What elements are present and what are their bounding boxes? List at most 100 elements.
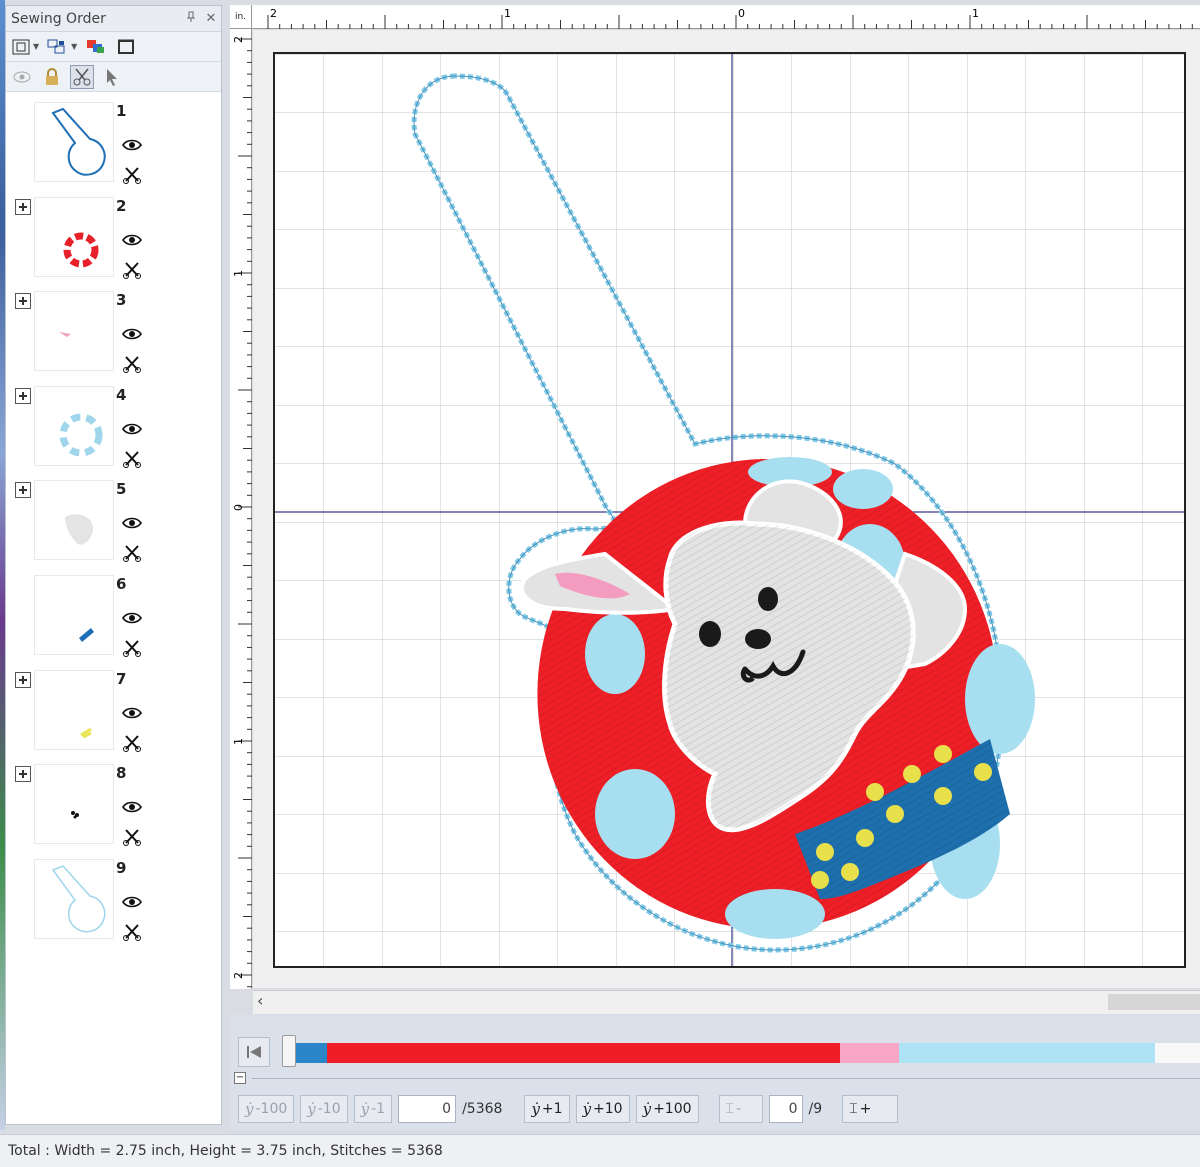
sewing-order-item[interactable]: 9: [6, 858, 221, 953]
scissors-icon[interactable]: [123, 166, 141, 184]
timeline-slider[interactable]: [282, 1035, 296, 1067]
sewing-order-item[interactable]: 5: [6, 480, 221, 574]
eye-icon[interactable]: [122, 706, 142, 720]
sewing-order-item[interactable]: 6: [6, 575, 221, 669]
scissors-icon[interactable]: [123, 261, 141, 279]
stitch-fwd-100-button[interactable]: ẏ +100: [635, 1095, 699, 1123]
eye-icon[interactable]: [122, 422, 142, 436]
item-thumbnail[interactable]: [34, 385, 114, 466]
color-total: /9: [808, 1101, 823, 1117]
ruler-label: 0: [232, 504, 245, 511]
timeline-color-segment: [296, 1043, 327, 1063]
group-view-button[interactable]: ▼: [46, 35, 78, 59]
expand-icon[interactable]: [15, 387, 31, 404]
eye-icon[interactable]: [122, 138, 142, 152]
stitch-fwd-10-button[interactable]: ẏ +10: [575, 1095, 630, 1123]
collapse-icon[interactable]: −: [234, 1072, 246, 1084]
lock-icon: [46, 67, 58, 85]
ruler-label: 1: [504, 7, 511, 20]
item-number: 6: [116, 575, 127, 593]
expand-icon[interactable]: [15, 293, 31, 310]
color-blocks-icon: [87, 39, 105, 53]
item-number: 4: [116, 385, 127, 404]
ruler-label: 1: [232, 270, 245, 277]
stitch-position-field[interactable]: 0: [398, 1095, 457, 1123]
item-thumbnail[interactable]: [34, 102, 114, 182]
design-canvas[interactable]: [253, 30, 1200, 988]
needle-icon: ẏ: [245, 1100, 254, 1118]
status-bar: Total : Width = 2.75 inch, Height = 3.75…: [0, 1134, 1200, 1167]
frame-icon: [118, 39, 135, 54]
item-thumbnail[interactable]: [34, 291, 114, 372]
stitch-back-10-button[interactable]: ẏ -10: [300, 1095, 348, 1123]
color-position-field[interactable]: 0: [768, 1095, 803, 1123]
color-prev-button[interactable]: ⌶ -: [718, 1095, 763, 1123]
visibility-button[interactable]: [10, 65, 34, 89]
item-thumbnail[interactable]: [34, 480, 114, 561]
panel-toolbar-1: ▼ ▼: [6, 32, 221, 62]
horizontal-scrollbar[interactable]: ‹: [253, 990, 1200, 1014]
item-thumbnail[interactable]: [34, 575, 114, 655]
item-thumbnail[interactable]: [34, 858, 114, 939]
scissors-icon[interactable]: [123, 923, 141, 941]
eye-icon[interactable]: [122, 327, 142, 341]
lock-button[interactable]: [40, 65, 64, 89]
sewing-order-panel: Sewing Order ✕ ▼ ▼ 1234 5 6 7 8 9: [5, 5, 222, 1125]
stitch-back-100-button[interactable]: ẏ -100: [238, 1095, 295, 1123]
go-to-start-button[interactable]: [238, 1037, 270, 1067]
timeline-color-segment: [898, 1043, 1155, 1063]
ruler-label: 1: [972, 7, 979, 20]
scissors-icon[interactable]: [123, 828, 141, 847]
pointer-icon: [107, 68, 117, 86]
eye-icon[interactable]: [122, 611, 142, 625]
scissors-icon[interactable]: [123, 355, 141, 374]
needle-icon: ẏ: [531, 1100, 540, 1118]
eye-icon[interactable]: [122, 800, 142, 814]
sewing-order-item[interactable]: 2: [6, 196, 221, 291]
scissors-icon[interactable]: [123, 639, 141, 657]
scroll-left-icon[interactable]: ‹: [257, 991, 263, 1010]
no-sew-button[interactable]: [70, 64, 94, 89]
sewing-order-item[interactable]: 8: [6, 764, 221, 858]
stitch-back-1-button[interactable]: ẏ -1: [353, 1095, 393, 1123]
item-thumbnail[interactable]: [34, 196, 114, 277]
color-order-button[interactable]: [84, 35, 108, 59]
item-number: 3: [116, 291, 127, 310]
item-number: 1: [116, 102, 127, 120]
scissors-icon[interactable]: [123, 450, 141, 468]
item-thumbnail[interactable]: [34, 669, 114, 750]
color-next-button[interactable]: ⌶ +: [842, 1095, 899, 1123]
panel-toolbar-2: [6, 62, 221, 92]
frame-button[interactable]: [114, 35, 138, 59]
scroll-thumb[interactable]: [1108, 994, 1200, 1010]
scissors-icon[interactable]: [123, 544, 141, 563]
timeline-color-segment: [840, 1043, 899, 1063]
select-pointer-button[interactable]: [100, 65, 124, 89]
expand-icon[interactable]: [15, 671, 31, 688]
sewing-order-item[interactable]: 7: [6, 669, 221, 764]
needle-icon: ẏ: [307, 1100, 316, 1118]
scissors-icon[interactable]: [123, 734, 141, 752]
sewing-order-item[interactable]: 3: [6, 291, 221, 385]
hoop-area[interactable]: [273, 52, 1186, 968]
item-number: 8: [116, 764, 127, 783]
needle-icon: ẏ: [582, 1100, 592, 1118]
expand-icon[interactable]: [15, 766, 31, 783]
sewing-order-item[interactable]: 4: [6, 385, 221, 480]
item-thumbnail[interactable]: [34, 764, 114, 845]
timeline-track: [252, 1078, 1200, 1079]
ruler-label: 2: [270, 7, 277, 20]
expand-icon[interactable]: [15, 198, 31, 215]
sewing-order-item[interactable]: 1: [6, 102, 221, 196]
close-icon[interactable]: ✕: [201, 11, 221, 26]
eye-icon[interactable]: [122, 895, 142, 909]
stitch-total: /5368: [462, 1101, 503, 1117]
eye-icon[interactable]: [122, 233, 142, 247]
expand-icon[interactable]: [15, 482, 31, 499]
color-timeline[interactable]: [296, 1043, 1200, 1063]
zoom-fit-button[interactable]: ▼: [10, 35, 40, 59]
ruler-label: 2: [232, 36, 245, 43]
pin-icon[interactable]: [181, 11, 201, 27]
stitch-fwd-1-button[interactable]: ẏ +1: [524, 1095, 570, 1123]
eye-icon[interactable]: [122, 516, 142, 530]
